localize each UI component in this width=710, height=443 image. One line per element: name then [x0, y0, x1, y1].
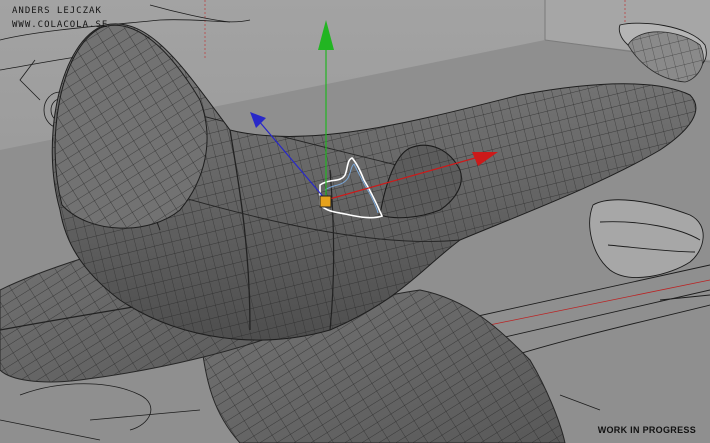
- website-credit: WWW.COLACOLA.SE: [12, 20, 109, 30]
- 3d-viewport[interactable]: ANDERS LEJCZAK WWW.COLACOLA.SE WORK IN P…: [0, 0, 710, 443]
- scene-canvas[interactable]: [0, 0, 710, 443]
- work-in-progress-label: WORK IN PROGRESS: [597, 425, 696, 435]
- author-credit: ANDERS LEJCZAK: [12, 6, 102, 16]
- gizmo-pivot-handle[interactable]: [319, 195, 332, 208]
